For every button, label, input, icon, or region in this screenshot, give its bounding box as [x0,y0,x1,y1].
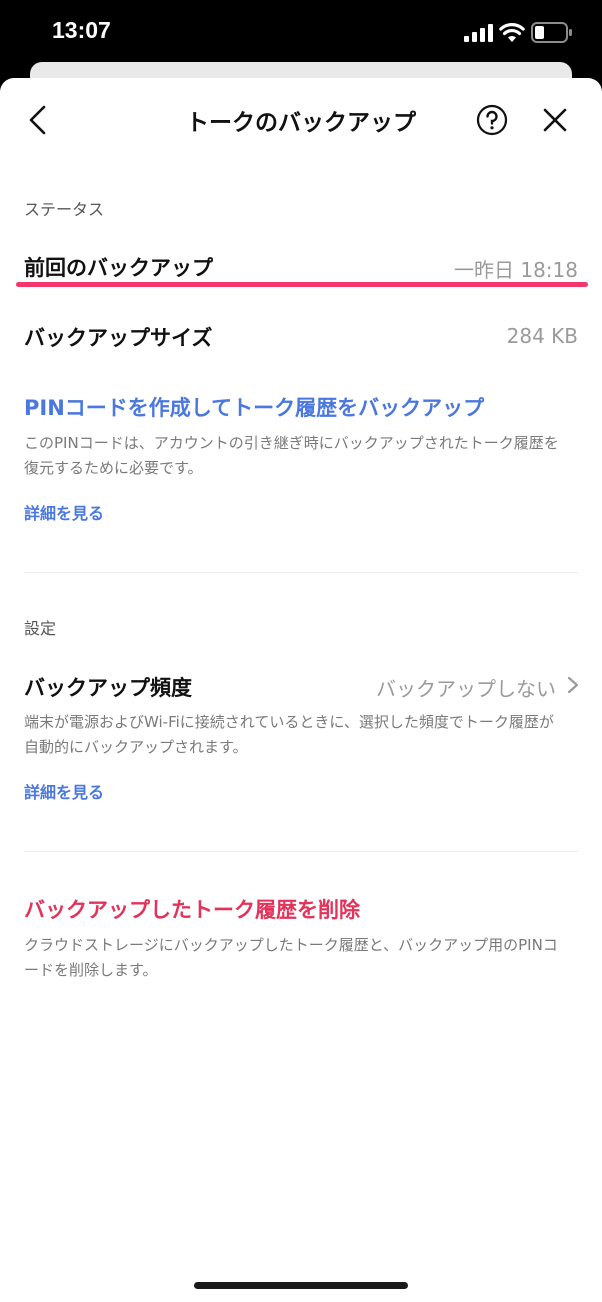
page-title: トークのバックアップ [186,110,416,136]
status-time: 13:07 [52,17,111,43]
question-circle-icon[interactable] [476,104,508,136]
delete-description: クラウドストレージにバックアップしたトーク履歴と、バックアップ用のPINコードを… [24,936,558,979]
backup-size-value: 284 KB [506,324,578,348]
last-backup-label: 前回のバックアップ [24,256,213,280]
highlight-underline [16,282,588,287]
battery-icon [531,22,572,43]
backup-size-label: バックアップサイズ [24,326,213,350]
last-backup-value: 一昨日 18:18 [454,258,578,282]
backup-frequency-label[interactable]: バックアップ頻度 [24,672,192,702]
section-divider [24,572,578,573]
section-divider [24,851,578,852]
pin-details-link[interactable]: 詳細を見る [24,500,104,524]
backup-frequency-value[interactable]: バックアップしない [376,673,556,702]
frequency-details-link[interactable]: 詳細を見る [24,779,104,803]
status-section-label: ステータス [24,200,105,219]
home-indicator [194,1282,408,1289]
chevron-right-icon[interactable] [566,675,580,695]
frequency-description: 端末が電源およびWi-Fiに接続されているときに、選択した頻度でトーク履歴が自動… [24,713,554,756]
status-bar: 13:07 [0,0,602,66]
cellular-signal-icon [464,24,493,42]
pin-description: このPINコードは、アカウントの引き継ぎ時にバックアップされたトーク履歴を復元す… [24,434,559,477]
close-icon[interactable] [541,106,569,134]
wifi-icon [499,23,525,42]
settings-section-label: 設定 [24,619,57,638]
delete-backup-link[interactable]: バックアップしたトーク履歴を削除 [24,894,360,924]
create-pin-backup-link[interactable]: PINコードを作成してトーク履歴をバックアップ [24,392,484,422]
